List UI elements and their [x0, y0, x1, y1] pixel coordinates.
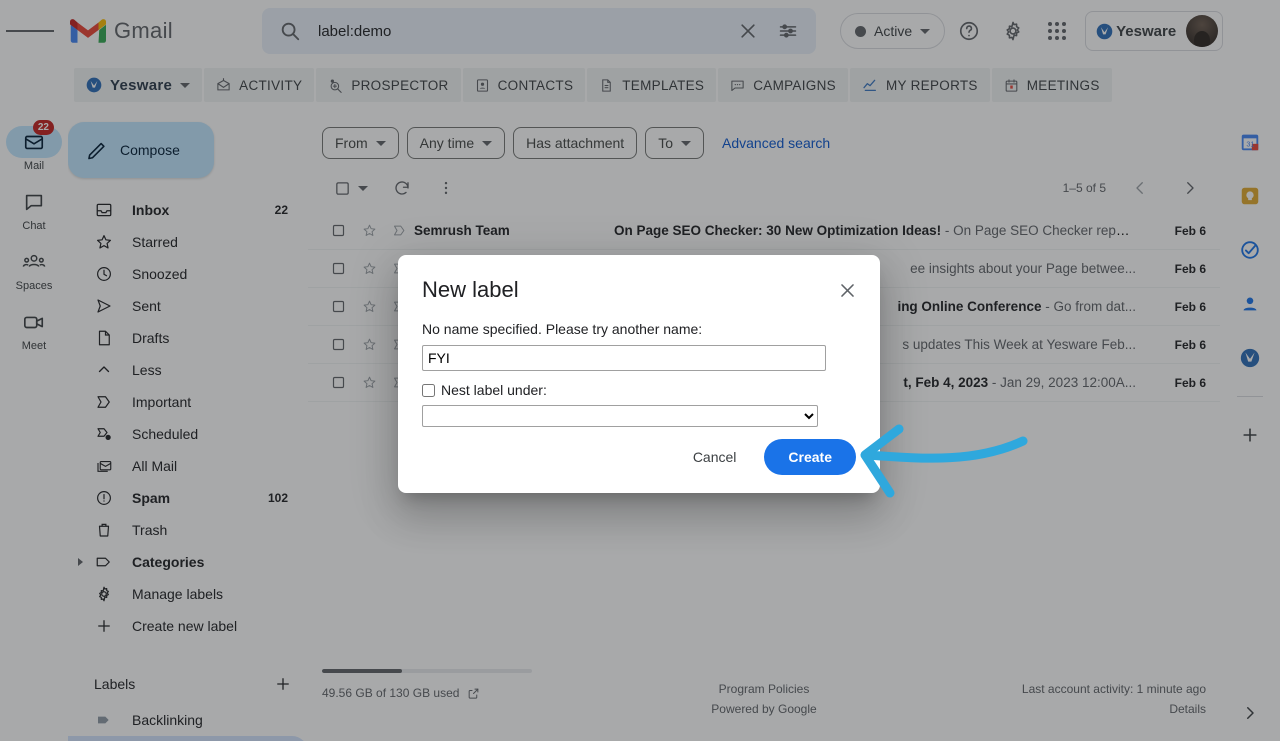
cancel-button[interactable]: Cancel	[679, 439, 751, 475]
label-name-input[interactable]	[422, 345, 826, 371]
dialog-title: New label	[422, 277, 856, 303]
new-label-dialog: New label No name specified. Please try …	[398, 255, 880, 493]
dialog-message: No name specified. Please try another na…	[422, 321, 856, 337]
close-icon[interactable]	[832, 275, 862, 305]
nest-label-text: Nest label under:	[441, 382, 547, 398]
create-button[interactable]: Create	[764, 439, 856, 475]
nest-parent-select[interactable]	[422, 405, 818, 427]
nest-label-row: Nest label under:	[422, 382, 856, 398]
dialog-actions: Cancel Create	[679, 439, 856, 475]
nest-label-checkbox[interactable]	[422, 384, 435, 397]
